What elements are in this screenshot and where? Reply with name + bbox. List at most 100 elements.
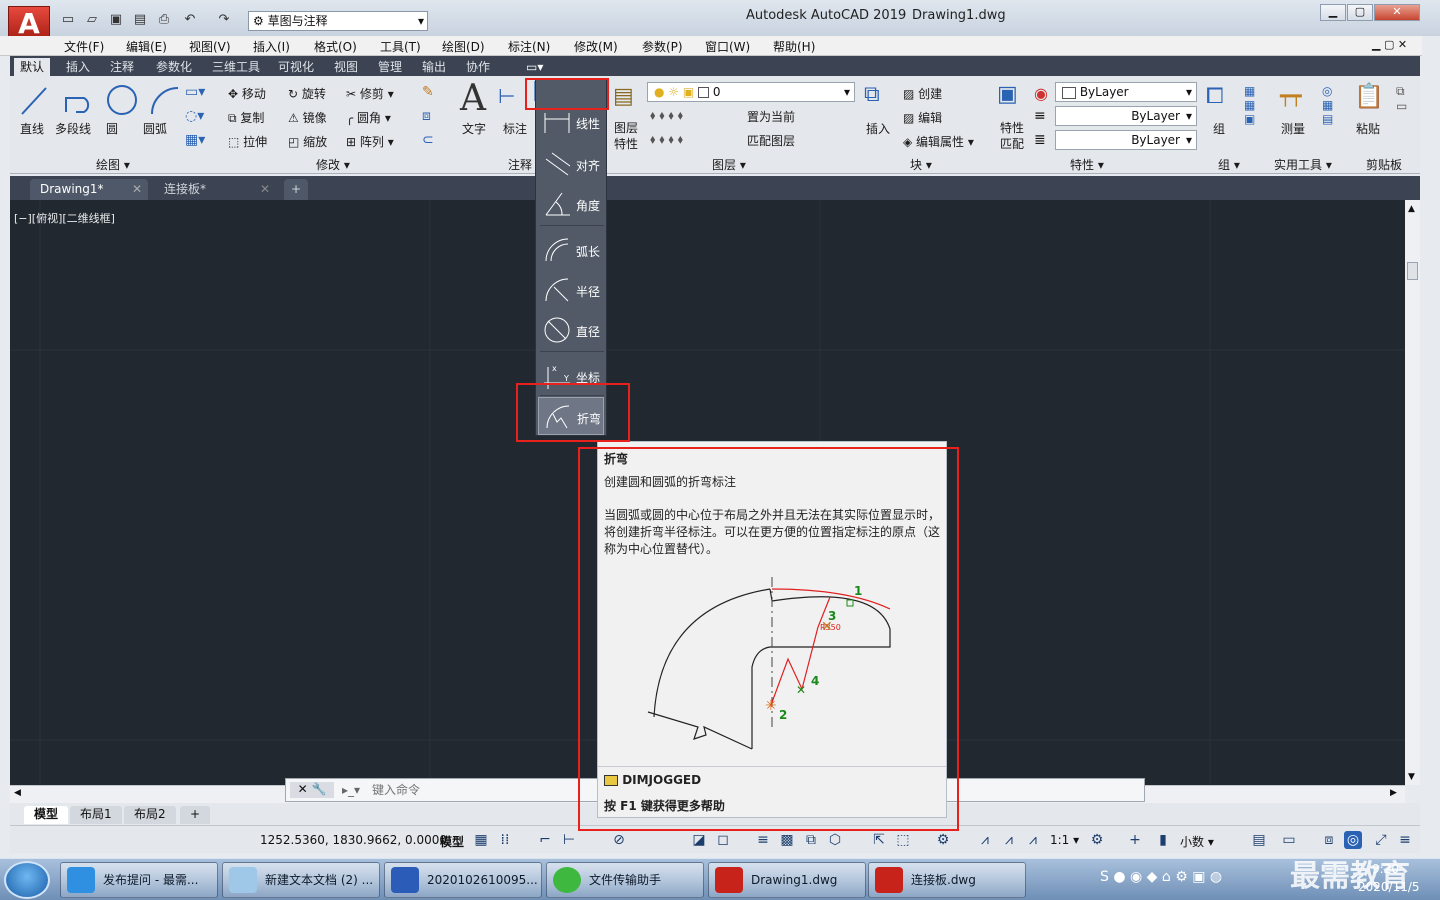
tab-output[interactable]: 输出 (416, 58, 452, 76)
array-button[interactable]: ⊞ 阵列 ▾ (346, 133, 394, 150)
scroll-up-icon[interactable]: ▲ (1408, 204, 1415, 214)
edit-attribute-button[interactable]: ◈ 编辑属性 ▾ (903, 133, 974, 150)
rectangle-icon[interactable]: ▭▾ (185, 84, 205, 100)
menu-tools[interactable]: 工具(T) (380, 38, 421, 55)
scroll-down-icon[interactable]: ▼ (1408, 772, 1415, 782)
ortho-icon[interactable]: ⊢ (560, 831, 578, 849)
gear-icon[interactable]: ⚙ (1088, 831, 1106, 849)
rotate-button[interactable]: ↻ 旋转 (288, 85, 326, 102)
menu-view[interactable]: 视图(V) (189, 38, 231, 55)
tab-parametric[interactable]: 参数化 (150, 58, 198, 76)
arc-tool[interactable]: 圆弧 (143, 120, 167, 137)
menu-insert[interactable]: 插入(I) (253, 38, 290, 55)
menu-dimension[interactable]: 标注(N) (508, 38, 550, 55)
new-tab-button[interactable]: + (284, 179, 308, 200)
fillet-button[interactable]: ╭ 圆角 ▾ (346, 109, 391, 126)
dropdown-item-radius[interactable]: 半径 (538, 271, 604, 309)
dynamic-ucs-icon[interactable]: ⇱ (870, 831, 888, 849)
hardware-acceleration-icon[interactable]: ◎ (1344, 831, 1362, 849)
scroll-thumb[interactable] (1407, 262, 1418, 280)
dropdown-item-aligned[interactable]: 对齐 (538, 145, 604, 183)
vertical-scrollbar[interactable]: ▲ ▼ (1405, 200, 1420, 785)
polar-icon[interactable]: ⊘ (610, 831, 628, 849)
table-icon[interactable]: ▦▾ (185, 132, 205, 148)
autoscale-icon[interactable]: ⩘ (1000, 831, 1018, 849)
hatch-icon[interactable]: ◌▾ (185, 108, 204, 124)
close-button[interactable]: ✕ (1374, 4, 1420, 21)
grid-icon[interactable]: ▦ (472, 831, 490, 849)
ribbon-toggle-icon[interactable]: ▭▾ (520, 58, 549, 76)
copy-button[interactable]: ⧉ 复制 (228, 109, 264, 126)
taskbar-item-browser[interactable]: 发布提问 - 最需... (60, 862, 218, 898)
text-icon[interactable]: A (460, 78, 486, 119)
dropdown-item-diameter[interactable]: 直径 (538, 311, 604, 349)
line-tool[interactable]: 直线 (20, 120, 44, 137)
system-tray-icons[interactable]: S ● ◉ ◆ ⌂ ⚙ ▣ ◍ (1100, 869, 1222, 885)
open-icon[interactable]: ▱ (84, 12, 100, 28)
layer-tools-icons[interactable]: ⬧ ⬧ ⬧ ⬧ (650, 108, 683, 123)
trim-button[interactable]: ✂ 修剪 ▾ (346, 85, 394, 102)
match-properties-tool[interactable]: 特性 匹配 (1000, 120, 1024, 152)
osnap-icon[interactable]: ◪ (690, 831, 708, 849)
selection-cycling-icon[interactable]: ⧉ (802, 831, 820, 849)
taskbar-item-word[interactable]: 2020102610095... (384, 862, 542, 898)
infer-icon[interactable]: ⌐ (536, 831, 554, 849)
panel-draw-title[interactable]: 绘图 ▾ (96, 156, 130, 173)
match-layer-button[interactable]: 匹配图层 (747, 132, 795, 149)
menu-help[interactable]: 帮助(H) (773, 38, 815, 55)
undo-icon[interactable]: ↶ (182, 12, 198, 28)
dropdown-item-arc-length[interactable]: 弧长 (538, 231, 604, 269)
selection-filter-icon[interactable]: ⬚ (894, 831, 912, 849)
minimize-button[interactable]: ▁ (1320, 4, 1346, 21)
clock-date[interactable]: 2020/11/5 (1358, 880, 1420, 894)
plus-icon[interactable]: + (1126, 831, 1144, 849)
transparency-icon[interactable]: ▩ (778, 831, 796, 849)
save-as-icon[interactable]: ▤ (132, 12, 148, 28)
doc-tab-drawing1[interactable]: Drawing1* ✕ (30, 179, 148, 200)
explode-icon[interactable]: ⧈ (422, 108, 431, 124)
annotation-scale-icon[interactable]: ⩘ (1024, 831, 1042, 849)
taskbar-item-autocad-plate[interactable]: 连接板.dwg (868, 862, 1026, 898)
panel-properties-title[interactable]: 特性 ▾ (1070, 156, 1104, 173)
menu-draw[interactable]: 绘图(D) (442, 38, 485, 55)
edit-block-button[interactable]: ▨ 编辑 (903, 109, 942, 126)
dimension-icon[interactable]: ⊢ (498, 84, 515, 108)
scroll-right-icon[interactable]: ▶ (1390, 788, 1397, 798)
paste-tool[interactable]: 粘贴 (1356, 120, 1380, 137)
group-icon[interactable]: ⧠ (1206, 84, 1224, 109)
command-prompt-icon[interactable]: ▸_▾ (342, 783, 360, 797)
layer-properties-tool[interactable]: 图层 特性 (614, 120, 638, 152)
application-menu-button[interactable]: A (8, 6, 50, 40)
menu-modify[interactable]: 修改(M) (574, 38, 618, 55)
taskbar-item-wechat[interactable]: 文件传输助手 (546, 862, 704, 898)
customization-menu-icon[interactable]: ≡ (1396, 831, 1414, 849)
layer-tools-icons-2[interactable]: ⬧ ⬧ ⬧ ⬧ (650, 132, 683, 147)
scale-button[interactable]: ◰ 缩放 (288, 133, 327, 150)
panel-groups-title[interactable]: 组 ▾ (1218, 156, 1240, 173)
units-dropdown[interactable]: 小数 ▾ (1180, 833, 1214, 850)
menu-window[interactable]: 窗口(W) (705, 38, 750, 55)
group-tools-icons[interactable]: ▦ ▦ ▣ (1244, 84, 1255, 126)
measure-icon[interactable]: ┯┯ (1280, 86, 1302, 107)
panel-clipboard-title[interactable]: 剪贴板 (1366, 156, 1402, 173)
model-space-button[interactable]: 模型 (440, 833, 464, 850)
start-button[interactable] (4, 861, 50, 899)
annotation-visibility-icon[interactable]: ⩘ (976, 831, 994, 849)
save-icon[interactable]: ▣ (108, 12, 124, 28)
stretch-button[interactable]: ⬚ 拉伸 (228, 133, 267, 150)
doc-tab-connector-plate[interactable]: 连接板* ✕ (154, 179, 276, 200)
otrack-icon[interactable]: ◻ (714, 831, 732, 849)
dimension-tool[interactable]: 标注 (503, 120, 527, 137)
clean-screen-icon[interactable]: ⤢ (1372, 831, 1390, 849)
tab-3d-tools[interactable]: 三维工具 (206, 58, 266, 76)
scroll-left-icon[interactable]: ◀ (14, 788, 21, 798)
tab-layout1[interactable]: 布局1 (70, 806, 122, 824)
doc-window-controls[interactable]: ▁ ▢ ✕ (1372, 38, 1407, 51)
circle-tool[interactable]: 圆 (106, 120, 118, 137)
paste-icon[interactable]: 📋 (1354, 82, 1384, 110)
maximize-button[interactable]: ▢ (1347, 4, 1373, 21)
erase-icon[interactable]: ✎ (422, 84, 434, 100)
layer-properties-icon[interactable]: ▤ (613, 84, 634, 109)
print-icon[interactable]: ⎙ (156, 12, 172, 28)
move-button[interactable]: ✥ 移动 (228, 85, 266, 102)
